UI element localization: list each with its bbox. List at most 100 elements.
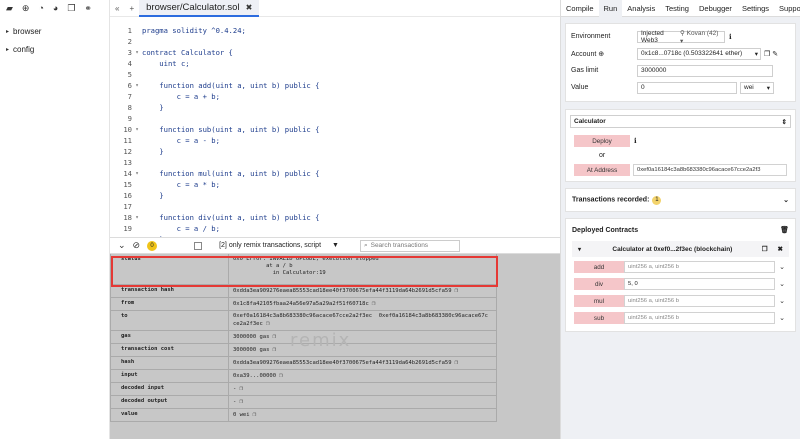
function-add-button[interactable]: add — [574, 261, 624, 273]
tab-support[interactable]: Support — [774, 0, 800, 17]
fold-caret-icon[interactable]: ▾ — [132, 49, 142, 56]
chevron-down-icon[interactable]: ⌄ — [775, 314, 789, 322]
fold-caret-icon[interactable]: ▾ — [132, 170, 142, 177]
at-address-input[interactable]: 0xef0a16184c3a8b683380c96acace67cce2a2f3 — [633, 164, 787, 176]
code-line[interactable]: 1 pragma solidity ^0.4.24; — [110, 25, 560, 36]
contract-instance[interactable]: ▾ Calculator at 0xef0...2f3ec (blockchai… — [572, 241, 789, 257]
function-mul-button[interactable]: mul — [574, 295, 624, 307]
copy-icon[interactable]: ❐ — [67, 3, 75, 13]
function-mul-input[interactable]: uint256 a, uint256 b — [624, 295, 775, 307]
code-line[interactable]: 10 ▾ function sub(uint a, uint b) public … — [110, 124, 560, 135]
tab-debugger[interactable]: Debugger — [694, 0, 737, 17]
chevron-down-icon[interactable]: ⌄ — [775, 280, 789, 288]
tree-item-label: config — [13, 44, 35, 54]
tree-item-config[interactable]: ▸ config — [0, 40, 109, 58]
code-line[interactable]: 13 — [110, 157, 560, 168]
account-select[interactable]: 0x1c8...0718c (0.503322641 ether) ▾ — [637, 47, 761, 60]
chevron-down-icon[interactable]: ⌄ — [783, 196, 789, 204]
chevron-double-left-icon[interactable]: « — [110, 4, 124, 13]
function-sub-button[interactable]: sub — [574, 312, 624, 324]
code-line[interactable]: 5 — [110, 69, 560, 80]
clear-icon[interactable]: ⊘ — [133, 241, 141, 250]
gas-limit-input[interactable]: 3000000 — [637, 64, 773, 77]
code-line[interactable]: 17 — [110, 201, 560, 212]
code-line[interactable]: 15 c = a * b; — [110, 179, 560, 190]
tx-key: decoded input — [111, 383, 229, 395]
copy-icon[interactable]: ❐ — [239, 385, 243, 392]
deploy-button[interactable]: Deploy — [574, 135, 630, 147]
code-text: } — [142, 103, 164, 112]
code-line[interactable]: 6 ▾ function add(uint a, uint b) public { — [110, 80, 560, 91]
fold-caret-icon[interactable]: ▾ — [132, 126, 142, 133]
search-transactions-input[interactable]: ⌕ Search transactions — [359, 239, 460, 252]
gist-icon[interactable]: ◕ — [53, 3, 58, 13]
copy-icon[interactable]: ❐ — [455, 359, 459, 366]
copy-icon[interactable]: ❐ — [272, 333, 276, 340]
copy-icon[interactable]: ❐ — [764, 50, 770, 58]
add-file-icon[interactable]: ⊕ — [22, 3, 30, 13]
code-line[interactable]: 11 c = a - b; — [110, 135, 560, 146]
github-icon[interactable]: ◔ — [38, 3, 43, 13]
code-line[interactable]: 14 ▾ function mul(uint a, uint b) public … — [110, 168, 560, 179]
at-address-button[interactable]: At Address — [574, 164, 630, 176]
function-add-input[interactable]: uint256 a, uint256 b — [624, 261, 775, 273]
plus-icon[interactable]: + — [124, 4, 139, 13]
caret-down-icon[interactable]: ▼ — [332, 242, 339, 249]
recorded-count: 1 — [652, 195, 662, 205]
editor-tab[interactable]: browser/Calculator.sol ✖ — [139, 0, 260, 17]
close-icon[interactable]: ✖ — [772, 245, 789, 253]
code-line[interactable]: 9 — [110, 113, 560, 124]
code-line[interactable]: 2 — [110, 36, 560, 47]
code-line[interactable]: 3 ▾ contract Calculator { — [110, 47, 560, 58]
close-icon[interactable]: ✖ — [246, 3, 253, 12]
copy-icon[interactable]: ❐ — [758, 245, 772, 253]
instance-label: Calculator at 0xef0...2f3ec (blockchain) — [612, 245, 733, 253]
function-sub-input[interactable]: uint256 a, uint256 b — [624, 312, 775, 324]
environment-select[interactable]: Injected Web3 ⚲ Kovan (42) ▾ — [637, 30, 725, 45]
code-area[interactable]: 1 pragma solidity ^0.4.24; 2 3 ▾ contract Cal… — [110, 17, 560, 256]
copy-icon[interactable]: ❐ — [455, 287, 459, 294]
chevron-down-icon[interactable]: ⌄ — [775, 263, 789, 271]
code-line[interactable]: 16 } — [110, 190, 560, 201]
copy-icon[interactable]: ❐ — [279, 372, 283, 379]
info-icon[interactable]: ℹ — [634, 137, 637, 145]
function-div-button[interactable]: div — [574, 278, 624, 290]
chevron-down-icon[interactable]: ⌄ — [118, 241, 126, 250]
new-folder-icon[interactable]: ▰ — [6, 3, 13, 13]
value-unit-select[interactable]: wei ▾ — [740, 81, 774, 94]
tab-analysis[interactable]: Analysis — [622, 0, 660, 17]
code-line[interactable]: 12 } — [110, 146, 560, 157]
copy-icon[interactable]: ❐ — [372, 300, 376, 307]
pending-badge: 0 — [147, 240, 158, 251]
code-line[interactable]: 18 ▾ function div(uint a, uint b) public … — [110, 212, 560, 223]
tx-value: 0xef0a16184c3a8b683380c96acace67cce2a2f3… — [229, 311, 496, 330]
tree-item-browser[interactable]: ▸ browser — [0, 22, 109, 40]
tab-testing[interactable]: Testing — [660, 0, 694, 17]
chevron-down-icon[interactable]: ⌄ — [775, 297, 789, 305]
fold-caret-icon[interactable]: ▾ — [132, 82, 142, 89]
function-div-input[interactable]: 5, 0 — [624, 278, 775, 290]
contract-select[interactable]: Calculator ⇕ — [570, 115, 791, 128]
copy-icon[interactable]: ❐ — [239, 398, 243, 405]
fold-caret-icon[interactable]: ▾ — [132, 214, 142, 221]
code-line[interactable]: 7 c = a + b; — [110, 91, 560, 102]
code-line[interactable]: 19 c = a / b; — [110, 223, 560, 234]
copy-icon[interactable]: ❐ — [253, 411, 257, 418]
link-icon[interactable]: ⚭ — [84, 3, 92, 13]
add-account-icon[interactable]: ⊕ — [598, 51, 604, 58]
transaction-filter[interactable]: [2] only remix transactions, script — [219, 242, 321, 249]
copy-icon[interactable]: ❐ — [266, 320, 270, 327]
tab-run[interactable]: Run — [598, 0, 623, 17]
tab-compile[interactable]: Compile — [561, 0, 599, 17]
edit-icon[interactable]: ✎ — [772, 50, 778, 58]
copy-icon[interactable]: ❐ — [272, 346, 276, 353]
listen-checkbox[interactable] — [194, 241, 203, 250]
code-line[interactable]: 8 } — [110, 102, 560, 113]
caret-down-icon[interactable]: ▾ — [572, 246, 587, 253]
trash-icon[interactable]: 🗑 — [780, 226, 789, 234]
code-line[interactable]: 4 uint c; — [110, 58, 560, 69]
info-icon[interactable]: ℹ — [729, 33, 732, 41]
transactions-recorded[interactable]: Transactions recorded: 1 ⌄ — [565, 188, 796, 212]
value-input[interactable]: 0 — [637, 81, 737, 94]
tab-settings[interactable]: Settings — [737, 0, 774, 17]
